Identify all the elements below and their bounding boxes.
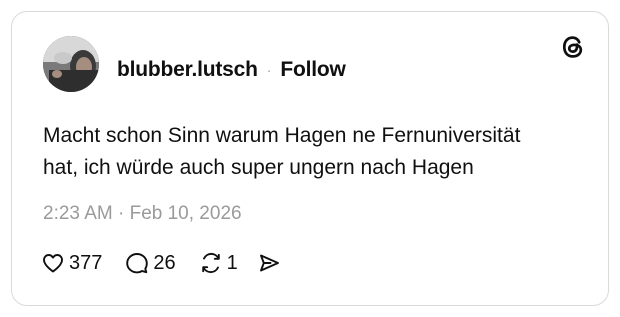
post-timestamp[interactable]: 2:23 AM · Feb 10, 2026 (43, 203, 242, 225)
repost-button[interactable]: 1 (199, 251, 238, 275)
reply-button[interactable]: 26 (125, 251, 176, 275)
username-link[interactable]: blubber.lutsch (117, 58, 258, 82)
comment-bubble-icon (126, 253, 149, 274)
share-button[interactable] (257, 251, 281, 275)
post-header: blubber.lutsch · Follow (117, 58, 346, 82)
like-count: 377 (69, 251, 103, 274)
avatar[interactable] (43, 36, 99, 92)
post-text-line: hat, ich würde auch super ungern nach Ha… (43, 156, 474, 179)
threads-logo-icon[interactable] (559, 33, 587, 61)
avatar-image (43, 36, 99, 92)
heart-icon (43, 254, 63, 273)
threads-post-card: blubber.lutsch · Follow Macht schon Sinn… (11, 11, 609, 306)
send-icon (259, 254, 279, 272)
post-text-line: Macht schon Sinn warum Hagen ne Fernuniv… (43, 124, 521, 147)
post-text: Macht schon Sinn warum Hagen ne Fernuniv… (43, 120, 583, 184)
reply-count: 26 (153, 251, 176, 274)
repost-count: 1 (226, 251, 238, 274)
separator-dot: · (266, 62, 272, 78)
post-actions: 377 26 1 (41, 249, 281, 277)
like-button[interactable]: 377 (41, 251, 102, 275)
follow-button[interactable]: Follow (280, 58, 345, 82)
repost-icon (201, 252, 220, 274)
